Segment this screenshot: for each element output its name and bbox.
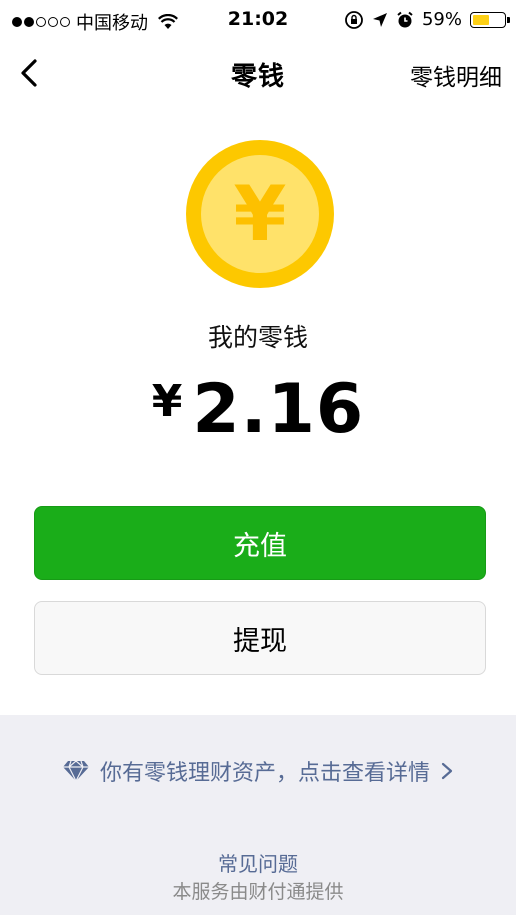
location-arrow-icon bbox=[372, 12, 387, 27]
service-provider-text: 本服务由财付通提供 bbox=[172, 881, 344, 903]
wealth-assets-text: 你有零钱理财资产，点击查看详情 bbox=[99, 761, 430, 786]
wealth-assets-link[interactable]: 你有零钱理财资产，点击查看详情 bbox=[0, 755, 516, 787]
diamond-icon bbox=[62, 760, 89, 783]
battery-icon bbox=[470, 11, 510, 28]
chevron-right-icon bbox=[441, 762, 453, 780]
yuan-symbol-icon: ¥ bbox=[233, 169, 287, 258]
alarm-icon bbox=[397, 11, 413, 27]
rotation-lock-icon bbox=[345, 10, 363, 29]
coin-inner: ¥ bbox=[201, 155, 319, 273]
status-bar: 中国移动 21:02 59% bbox=[0, 0, 516, 40]
balance-details-link[interactable]: 零钱明细 bbox=[410, 58, 502, 92]
balance-amount: 2.16 bbox=[192, 370, 365, 449]
balance-amount-row: ¥2.16 bbox=[0, 372, 516, 448]
withdraw-button[interactable]: 提现 bbox=[34, 601, 486, 675]
recharge-button[interactable]: 充值 bbox=[34, 506, 486, 580]
footer-area: 你有零钱理财资产，点击查看详情 常见问题 本服务由财付通提供 bbox=[0, 715, 516, 915]
faq-link[interactable]: 常见问题 bbox=[0, 848, 516, 877]
status-bar-right: 59% bbox=[344, 9, 510, 30]
battery-fill bbox=[473, 14, 490, 25]
recharge-button-label: 充值 bbox=[233, 530, 287, 562]
balance-label: 我的零钱 bbox=[207, 323, 308, 352]
currency-symbol: ¥ bbox=[151, 376, 183, 427]
coin-icon: ¥ bbox=[186, 140, 334, 288]
battery-percent: 59% bbox=[421, 9, 462, 30]
navigation-bar: 零钱 零钱明细 bbox=[0, 40, 516, 106]
withdraw-button-label: 提现 bbox=[233, 625, 287, 657]
